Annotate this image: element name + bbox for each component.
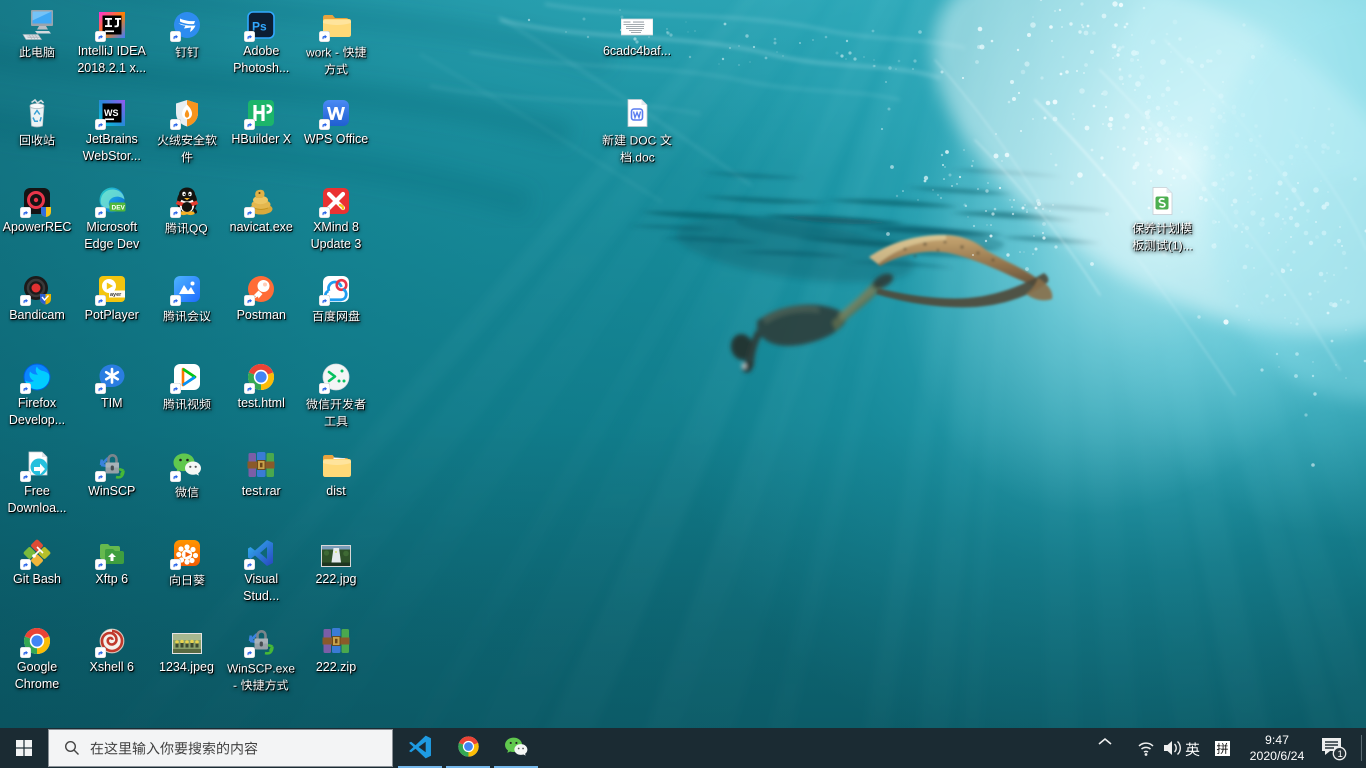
svg-text:ayer: ayer	[110, 292, 122, 298]
svg-text:WS: WS	[104, 108, 119, 118]
svg-text:1: 1	[1338, 749, 1343, 760]
svg-text:DEV: DEV	[111, 205, 125, 212]
